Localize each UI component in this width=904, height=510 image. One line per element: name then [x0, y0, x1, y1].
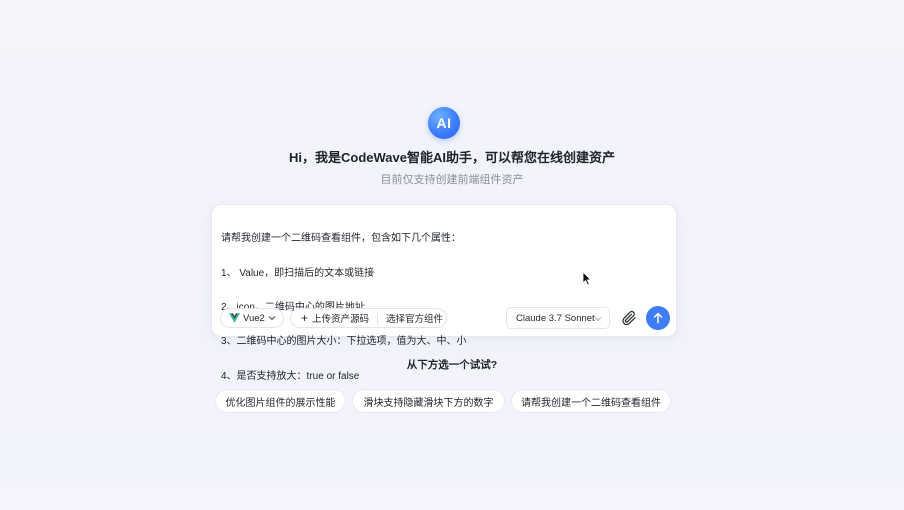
upload-source-button[interactable]: 上传资产源码 [312, 311, 369, 325]
prompt-line: 3、二维码中心的图片大小：下拉选项，值为大、中、小 [221, 336, 467, 348]
chevron-down-icon [268, 314, 276, 322]
model-label: Claude 3.7 Sonnet [516, 312, 595, 324]
framework-select[interactable]: Vue2 [220, 308, 284, 328]
paperclip-icon[interactable] [620, 309, 638, 327]
select-official-button[interactable]: 选择官方组件 [386, 311, 443, 325]
page-title: Hi，我是CodeWave智能AI助手，可以帮您在线创建资产 [289, 150, 615, 165]
prompt-line: 请帮我创建一个二维码查看组件，包含如下几个属性： [221, 233, 461, 245]
chevron-down-icon [594, 315, 602, 323]
ai-logo-icon: AI [428, 107, 460, 139]
suggestion-chip[interactable]: 请帮我创建一个二维码查看组件 [511, 389, 671, 413]
logo-text: AI [436, 115, 452, 131]
vue-logo-icon [229, 313, 240, 323]
arrow-up-icon [652, 312, 664, 324]
suggestion-chip[interactable]: 优化图片组件的展示性能 [215, 389, 346, 413]
mouse-cursor-icon [582, 271, 592, 286]
prompt-line: 1、 Value，即扫描后的文本或链接 [221, 267, 375, 279]
framework-label: Vue2 [243, 312, 265, 324]
suggestions-title: 从下方选一个试试? [406, 359, 498, 371]
asset-source-group: + 上传资产源码 选择官方组件 [290, 308, 447, 328]
prompt-input-box[interactable]: 请帮我创建一个二维码查看组件，包含如下几个属性： 1、 Value，即扫描后的文… [211, 204, 677, 382]
plus-icon: + [301, 311, 309, 325]
page-subtitle: 目前仅支持创建前端组件资产 [380, 174, 524, 186]
divider [377, 312, 379, 324]
suggestion-chip[interactable]: 滑块支持隐藏滑块下方的数字 [352, 389, 505, 413]
send-button[interactable] [646, 306, 670, 330]
model-select[interactable]: Claude 3.7 Sonnet [506, 307, 610, 329]
